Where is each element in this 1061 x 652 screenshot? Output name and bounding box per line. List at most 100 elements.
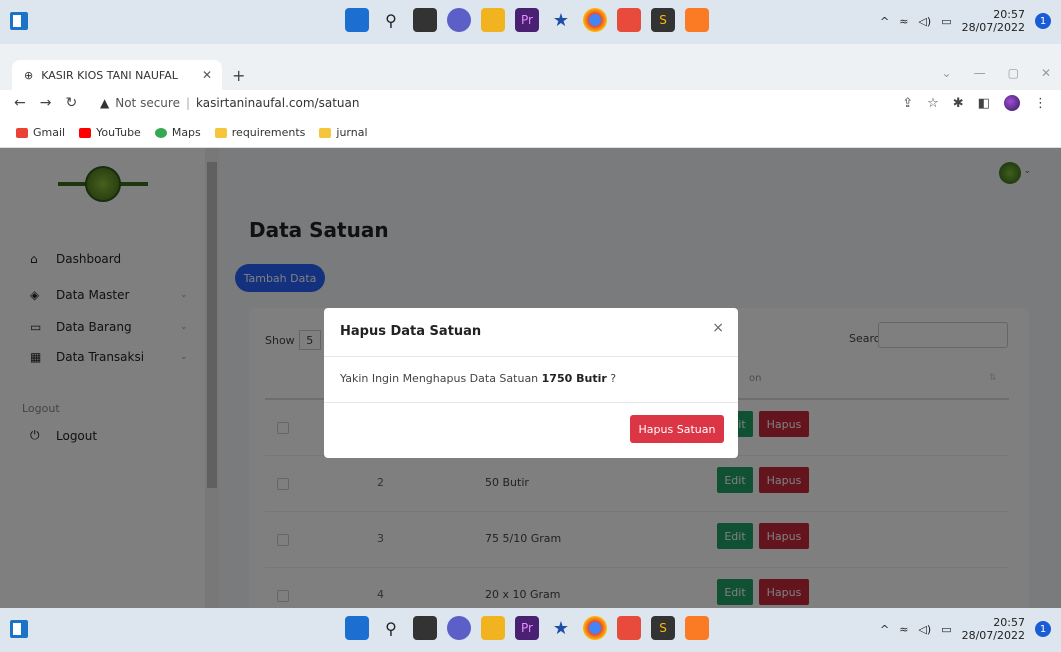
star-app-icon[interactable]: ★: [549, 8, 573, 32]
bookmark-maps[interactable]: Maps: [154, 126, 201, 139]
notification-badge[interactable]: 1: [1035, 621, 1051, 637]
widgets-icon[interactable]: [10, 12, 28, 30]
sublime-icon[interactable]: S: [651, 616, 675, 640]
folder-icon: [214, 127, 227, 138]
minimize-icon[interactable]: —: [974, 66, 986, 80]
clock-time: 20:57: [993, 616, 1025, 629]
clock-date: 28/07/2022: [961, 21, 1025, 34]
close-tab-icon[interactable]: ✕: [202, 68, 212, 82]
maps-icon: [154, 127, 167, 138]
clock-time: 20:57: [993, 8, 1025, 21]
volume-icon[interactable]: ◁): [918, 623, 931, 636]
maximize-icon[interactable]: ▢: [1008, 66, 1019, 80]
bookmark-requirements[interactable]: requirements: [214, 126, 306, 139]
task-view-icon[interactable]: [413, 616, 437, 640]
search-icon[interactable]: ⚲: [379, 8, 403, 32]
xampp-icon[interactable]: [685, 8, 709, 32]
notification-badge[interactable]: 1: [1035, 13, 1051, 29]
xampp-icon[interactable]: [685, 616, 709, 640]
delete-modal: Hapus Data Satuan × Yakin Ingin Menghapu…: [324, 308, 738, 458]
app-red-icon[interactable]: [617, 8, 641, 32]
tab-title: KASIR KIOS TANI NAUFAL: [41, 68, 178, 82]
sidepanel-icon[interactable]: ◧: [978, 96, 990, 111]
tab-strip: ⊕ KASIR KIOS TANI NAUFAL ✕ + ⌄ — ▢ ✕: [0, 60, 1061, 90]
star-app-icon[interactable]: ★: [549, 616, 573, 640]
profile-avatar[interactable]: [1004, 95, 1020, 111]
bookmark-star-icon[interactable]: ☆: [927, 96, 939, 111]
clock[interactable]: 20:57 28/07/2022: [962, 8, 1025, 34]
bookmark-gmail[interactable]: Gmail: [16, 126, 65, 139]
taskbar-apps: ⚲ Pr ★ S: [345, 8, 709, 32]
wifi-icon[interactable]: ≈: [899, 623, 908, 636]
back-icon[interactable]: ←: [14, 95, 26, 111]
url-field[interactable]: ▲ Not secure | kasirtaninaufal.com/satua…: [100, 96, 359, 110]
bookmark-youtube[interactable]: YouTube: [79, 126, 141, 139]
clock[interactable]: 20:57 28/07/2022: [962, 616, 1025, 642]
close-icon[interactable]: ×: [712, 320, 724, 336]
new-tab-icon[interactable]: +: [232, 66, 245, 85]
url-separator: |: [185, 96, 191, 110]
modal-body-suffix: ?: [610, 372, 617, 385]
warning-icon: ▲: [100, 96, 110, 110]
bookmark-label: Gmail: [33, 126, 66, 139]
modal-item-name: 1750 Butir: [541, 372, 607, 385]
browser-chrome: ⊕ KASIR KIOS TANI NAUFAL ✕ + ⌄ — ▢ ✕ ← →…: [0, 44, 1061, 148]
start-icon[interactable]: [345, 8, 369, 32]
url-text: kasirtaninaufal.com/satuan: [196, 96, 360, 110]
system-tray: ^ ≈ ◁) ▭ 20:57 28/07/2022 1: [880, 8, 1051, 34]
browser-tab[interactable]: ⊕ KASIR KIOS TANI NAUFAL ✕: [12, 60, 222, 90]
search-icon[interactable]: ⚲: [379, 616, 403, 640]
extensions-icon[interactable]: ✱: [953, 96, 964, 111]
bookmark-label: jurnal: [336, 126, 368, 139]
modal-body-text: Yakin Ingin Menghapus Data Satuan: [340, 372, 539, 385]
bookmark-label: Maps: [171, 126, 201, 139]
share-icon[interactable]: ⇪: [902, 96, 913, 111]
tab-search-icon[interactable]: ⌄: [942, 66, 952, 80]
gmail-icon: [16, 127, 28, 138]
chrome-icon[interactable]: [583, 8, 607, 32]
forward-icon[interactable]: →: [40, 95, 52, 111]
widgets-icon[interactable]: [10, 620, 28, 638]
bookmark-label: requirements: [231, 126, 306, 139]
system-tray: ^ ≈ ◁) ▭ 20:57 28/07/2022 1: [880, 616, 1051, 642]
bookmark-jurnal[interactable]: jurnal: [319, 126, 368, 139]
premiere-icon[interactable]: Pr: [515, 616, 539, 640]
sublime-icon[interactable]: S: [651, 8, 675, 32]
start-icon[interactable]: [345, 616, 369, 640]
youtube-icon: [79, 127, 92, 138]
modal-divider: [324, 356, 738, 357]
taskbar-apps: ⚲ Pr ★ S: [345, 616, 709, 640]
menu-icon[interactable]: ⋮: [1034, 96, 1047, 111]
chat-icon[interactable]: [447, 616, 471, 640]
window-controls: ⌄ — ▢ ✕: [942, 66, 1051, 80]
battery-icon[interactable]: ▭: [941, 15, 951, 28]
taskbar-bottom: ⚲ Pr ★ S ^ ≈ ◁) ▭ 20:57 28/07/2022 1: [0, 608, 1061, 652]
chat-icon[interactable]: [447, 8, 471, 32]
address-bar: ← → ↻ ▲ Not secure | kasirtaninaufal.com…: [0, 90, 1061, 118]
close-window-icon[interactable]: ✕: [1041, 66, 1051, 80]
confirm-delete-button[interactable]: Hapus Satuan: [630, 415, 724, 443]
nav-buttons: ← → ↻: [14, 95, 77, 111]
reload-icon[interactable]: ↻: [65, 95, 77, 111]
chevron-up-icon[interactable]: ^: [880, 623, 889, 636]
file-explorer-icon[interactable]: [481, 8, 505, 32]
task-view-icon[interactable]: [413, 8, 437, 32]
globe-icon: ⊕: [24, 68, 34, 82]
folder-icon: [319, 127, 332, 138]
clock-date: 28/07/2022: [961, 629, 1025, 642]
modal-body: Yakin Ingin Menghapus Data Satuan 1750 B…: [340, 372, 616, 385]
security-label: Not secure: [115, 96, 180, 110]
battery-icon[interactable]: ▭: [941, 623, 951, 636]
chevron-up-icon[interactable]: ^: [880, 15, 889, 28]
chrome-icon[interactable]: [583, 616, 607, 640]
wifi-icon[interactable]: ≈: [899, 15, 908, 28]
page-viewport: ⌂ Dashboard ◈ Data Master ⌄ ▭ Data Baran…: [0, 148, 1061, 608]
file-explorer-icon[interactable]: [481, 616, 505, 640]
premiere-icon[interactable]: Pr: [515, 8, 539, 32]
bookmark-label: YouTube: [96, 126, 141, 139]
taskbar-top: ⚲ Pr ★ S ^ ≈ ◁) ▭ 20:57 28/07/2022 1: [0, 0, 1061, 44]
volume-icon[interactable]: ◁): [918, 15, 931, 28]
modal-title: Hapus Data Satuan: [340, 324, 482, 339]
address-actions: ⇪ ☆ ✱ ◧ ⋮: [902, 95, 1047, 111]
app-red-icon[interactable]: [617, 616, 641, 640]
